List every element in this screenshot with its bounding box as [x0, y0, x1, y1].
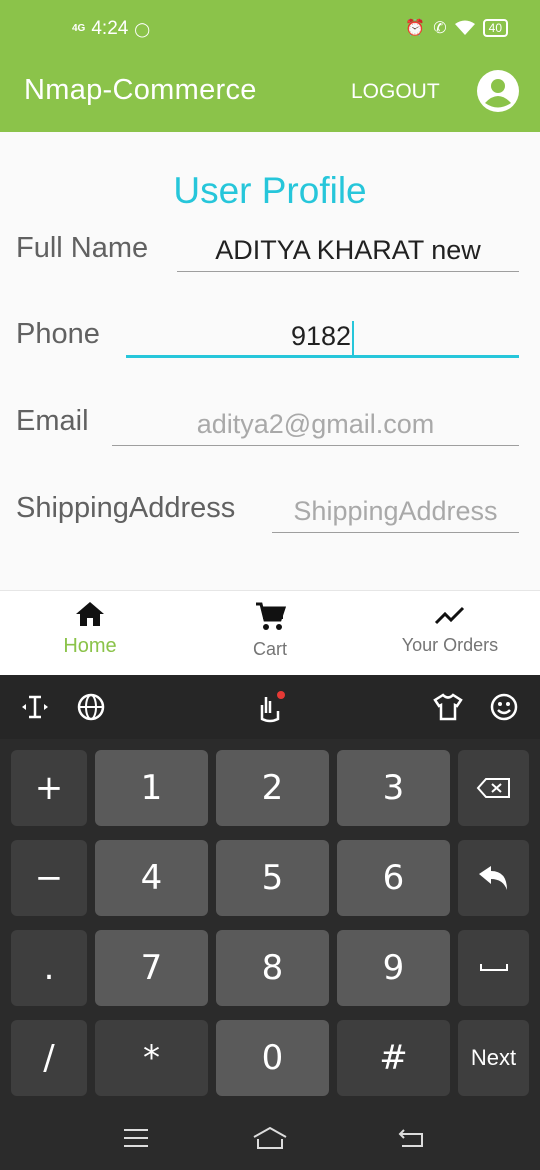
key-hash[interactable]: # [337, 1020, 450, 1096]
whatsapp-icon: ◯ [134, 20, 150, 37]
status-time: 4:24 [91, 18, 129, 39]
phone-value: 9182 [290, 321, 352, 351]
emoji-icon[interactable] [488, 691, 520, 723]
nav-item-home[interactable]: Home [0, 601, 180, 658]
key-8[interactable]: 8 [216, 930, 329, 1006]
key-7[interactable]: 7 [95, 930, 208, 1006]
numeric-keyboard: + 1 2 3 − 4 5 6 . 7 8 9 / * 0 # Next [0, 739, 540, 1107]
full-name-input[interactable]: ADITYA KHARAT new [177, 230, 519, 272]
app-bar: Nmap-Commerce LOGOUT [0, 60, 540, 132]
key-3[interactable]: 3 [337, 750, 450, 826]
menu-icon[interactable] [122, 1125, 150, 1151]
nav-item-orders[interactable]: Your Orders [360, 601, 540, 656]
wifi-icon [454, 20, 475, 35]
system-navigation-bar [0, 1107, 540, 1170]
key-9[interactable]: 9 [337, 930, 450, 1006]
nav-item-cart[interactable]: Cart [180, 601, 360, 660]
key-5[interactable]: 5 [216, 840, 329, 916]
text-cursor-icon[interactable] [19, 691, 51, 723]
shipping-address-label: ShippingAddress [16, 492, 236, 524]
back-icon[interactable] [396, 1125, 426, 1151]
theme-shirt-icon[interactable] [432, 691, 464, 723]
full-name-label: Full Name [16, 232, 149, 264]
key-next[interactable]: Next [458, 1020, 529, 1096]
shipping-address-input[interactable]: ShippingAddress [272, 491, 519, 533]
text-cursor [352, 320, 355, 355]
key-1[interactable]: 1 [95, 750, 208, 826]
key-return[interactable] [458, 840, 529, 916]
trending-up-icon [434, 606, 465, 625]
gesture-icon[interactable] [254, 691, 286, 723]
bottom-navigation: Home Cart Your Orders [0, 590, 540, 675]
logout-button[interactable]: LOGOUT [351, 80, 440, 104]
backspace-icon [476, 778, 510, 798]
key-backspace[interactable] [458, 750, 529, 826]
wifi-call-icon: ✆ [433, 20, 447, 37]
home-nav-icon[interactable] [252, 1125, 288, 1151]
nav-label-orders: Your Orders [401, 635, 499, 655]
key-minus[interactable]: − [11, 840, 87, 916]
phone-input[interactable]: 9182 [126, 316, 519, 358]
key-slash[interactable]: / [11, 1020, 87, 1096]
network-indicator: 4G [72, 23, 86, 34]
key-dot[interactable]: . [11, 930, 87, 1006]
globe-icon[interactable] [75, 691, 107, 723]
app-title: Nmap-Commerce [24, 74, 257, 106]
account-circle-icon[interactable] [477, 70, 519, 112]
home-icon [76, 602, 104, 626]
key-2[interactable]: 2 [216, 750, 329, 826]
keyboard-toolbar [0, 675, 540, 739]
alarm-icon: ⏰ [405, 20, 426, 37]
battery-indicator: 40 [482, 19, 508, 37]
key-0[interactable]: 0 [216, 1020, 329, 1096]
phone-label: Phone [16, 318, 100, 350]
key-space[interactable] [458, 930, 529, 1006]
space-icon [479, 964, 508, 971]
return-arrow-icon [478, 866, 507, 890]
key-4[interactable]: 4 [95, 840, 208, 916]
nav-label-cart: Cart [252, 639, 287, 659]
key-6[interactable]: 6 [337, 840, 450, 916]
page-title: User Profile [173, 170, 367, 211]
key-asterisk[interactable]: * [95, 1020, 208, 1096]
status-bar: 4G 4:24 ◯ ⏰ ✆ 40 [0, 0, 540, 60]
key-plus[interactable]: + [11, 750, 87, 826]
profile-form: User Profile Full Name ADITYA KHARAT new… [0, 132, 540, 590]
nav-label-home: Home [63, 635, 117, 657]
email-label: Email [16, 405, 89, 437]
email-input[interactable]: aditya2@gmail.com [112, 404, 519, 446]
cart-icon [256, 602, 286, 630]
